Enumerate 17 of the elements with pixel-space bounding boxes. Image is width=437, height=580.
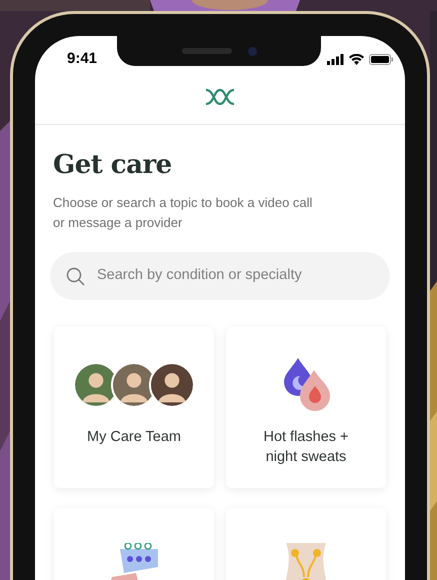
battery-icon <box>369 54 393 64</box>
card-label: Hot flashes + night sweats <box>262 428 350 467</box>
wifi-icon <box>349 54 364 64</box>
avatar-icon <box>149 362 195 408</box>
speaker-icon <box>182 48 232 54</box>
camera-icon <box>248 46 256 56</box>
search-input[interactable]: Search by condition or specialty <box>97 265 374 287</box>
search-field[interactable]: Search by condition or specialty <box>50 252 390 300</box>
logo-icon <box>204 88 236 106</box>
card-label: My Care Team <box>86 428 182 447</box>
status-time: 9:41 <box>67 48 98 69</box>
topic-card[interactable]: Hot flashes + night sweats <box>226 327 386 488</box>
signal-icon <box>327 54 344 64</box>
page-subtitle: Choose or search a topic to book a video call or message a provider <box>53 194 314 232</box>
topic-card[interactable]: My Care Team <box>54 327 214 488</box>
page-title: Get care <box>53 149 173 182</box>
search-icon <box>66 266 85 286</box>
